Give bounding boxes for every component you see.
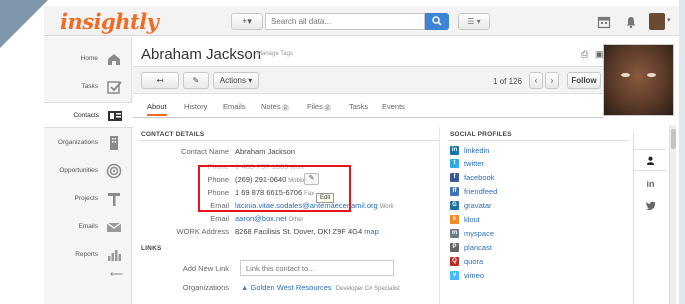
tasks-icon: [107, 81, 122, 94]
next-record-button[interactable]: ›: [545, 72, 559, 89]
sidebar-item-projects[interactable]: Projects: [44, 186, 132, 212]
linkedin-icon[interactable]: in: [634, 173, 667, 195]
klout-icon: k: [450, 215, 459, 224]
sidebar-item-contacts[interactable]: Contacts: [44, 102, 133, 128]
add-new-button[interactable]: +▾: [231, 13, 263, 30]
main-content: Abraham Jackson ☆ Manage Tags ⎙ ▣ ↤ ✎ Ac…: [133, 37, 679, 304]
sidebar-item-label: Tasks: [81, 83, 98, 90]
back-button[interactable]: ↤: [141, 72, 179, 89]
tab-events[interactable]: Events: [382, 102, 405, 111]
tab-emails[interactable]: Emails: [223, 102, 246, 111]
person-icon[interactable]: [633, 149, 666, 171]
sidebar-item-label: Contacts: [73, 112, 99, 119]
social-profiles-heading: SOCIAL PROFILES: [450, 131, 512, 138]
twitter-icon: t: [450, 159, 459, 168]
tab-history[interactable]: History: [184, 102, 207, 111]
user-avatar[interactable]: [649, 13, 665, 30]
sidebar-item-emails[interactable]: Emails: [44, 214, 132, 240]
target-icon: [106, 163, 122, 179]
detail-row: Organizations ▲ Golden West Resources De…: [182, 283, 400, 292]
sidebar-item-reports[interactable]: Reports: [44, 242, 132, 268]
frame-corner: [0, 0, 48, 48]
follow-button[interactable]: Follow: [567, 72, 601, 89]
gravatar-icon: G: [450, 201, 459, 210]
detail-row: Contact Name Abraham Jackson: [181, 147, 296, 156]
sidebar-item-organizations[interactable]: Organizations: [44, 130, 132, 156]
tab-about[interactable]: About: [147, 102, 167, 116]
link-contact-input[interactable]: [240, 260, 394, 276]
home-icon: [108, 54, 120, 65]
organization-link[interactable]: Golden West Resources: [251, 283, 332, 292]
sidebar-item-label: Opportunities: [59, 167, 98, 174]
actions-button[interactable]: Actions ▾: [213, 72, 259, 89]
print-icon[interactable]: ⎙: [581, 49, 588, 60]
manage-tags-link[interactable]: Manage Tags: [257, 51, 293, 57]
top-bar: insightly +▾ ☰ ▾ ▾: [44, 6, 679, 36]
tab-badge: 2: [281, 105, 289, 111]
reports-icon: [108, 250, 121, 261]
highlight-box: [198, 165, 351, 212]
tab-tasks[interactable]: Tasks: [349, 102, 368, 111]
record-toolbar: ↤ ✎ Actions ▾ 1 of 126 ‹ › Follow: [133, 66, 603, 94]
divider: [448, 140, 628, 141]
sidebar-item-home[interactable]: Home: [44, 46, 132, 72]
quora-icon: Q: [450, 257, 459, 266]
app-logo[interactable]: insightly: [60, 9, 159, 34]
search-input[interactable]: [265, 13, 425, 30]
contacts-icon: [108, 111, 122, 121]
contact-photo: [603, 44, 674, 116]
sidebar-item-label: Reports: [75, 251, 98, 258]
frame-edge: [679, 0, 685, 304]
sidebar-item-label: Projects: [74, 195, 98, 202]
star-icon[interactable]: ☆: [241, 47, 252, 61]
scrollbar-thumb[interactable]: [671, 129, 676, 149]
right-panel-tabs: in: [633, 133, 666, 304]
myspace-icon: m: [450, 229, 459, 238]
record-pager: 1 of 126: [493, 77, 522, 86]
tab-notes[interactable]: Notes 2: [261, 102, 289, 111]
collapse-sidebar-icon[interactable]: ⟵: [110, 269, 123, 280]
plancast-icon: P: [450, 243, 459, 252]
chevron-down-icon[interactable]: ▾: [667, 16, 671, 24]
email-link[interactable]: aaron@box.net: [235, 214, 286, 223]
linkedin-icon: in: [450, 146, 459, 155]
calendar-icon[interactable]: [597, 15, 611, 29]
friendfeed-icon: ff: [450, 187, 459, 196]
edit-button[interactable]: ✎: [183, 72, 209, 89]
building-icon: ▲: [241, 283, 249, 292]
scrollbar[interactable]: [669, 125, 676, 304]
detail-row: Email aaron@box.net Other: [210, 214, 304, 223]
column-divider: [439, 127, 440, 304]
sidebar-item-opportunities[interactable]: Opportunities: [44, 158, 132, 184]
prev-record-button[interactable]: ‹: [529, 72, 543, 89]
email-icon: [106, 222, 122, 232]
sidebar-item-tasks[interactable]: Tasks: [44, 74, 132, 100]
links-heading: LINKS: [141, 245, 162, 252]
map-link[interactable]: map: [364, 227, 379, 236]
tab-files[interactable]: Files 2: [307, 102, 332, 111]
sidebar-item-label: Home: [80, 55, 98, 62]
view-menu-button[interactable]: ☰ ▾: [458, 13, 490, 30]
contact-details-heading: CONTACT DETAILS: [141, 131, 205, 138]
facebook-icon: f: [450, 173, 459, 182]
sidebar: Home Tasks Contacts Organizations Opport…: [44, 37, 133, 304]
sidebar-item-label: Emails: [78, 223, 98, 230]
tab-badge: 2: [323, 105, 332, 111]
search-icon: [432, 16, 442, 26]
organizations-icon: [110, 136, 118, 150]
divider: [139, 140, 439, 141]
twitter-icon[interactable]: [634, 195, 667, 217]
sidebar-item-label: Organizations: [57, 139, 98, 146]
projects-icon: [108, 193, 120, 206]
record-tabs: About History Emails Notes 2 Files 2 Tasks…: [133, 96, 603, 118]
bell-icon[interactable]: [624, 15, 638, 29]
detail-row: WORK Address 8268 Facilisis St. Dover, O…: [176, 227, 379, 236]
vimeo-icon: v: [450, 271, 459, 280]
search-button[interactable]: [425, 13, 449, 30]
